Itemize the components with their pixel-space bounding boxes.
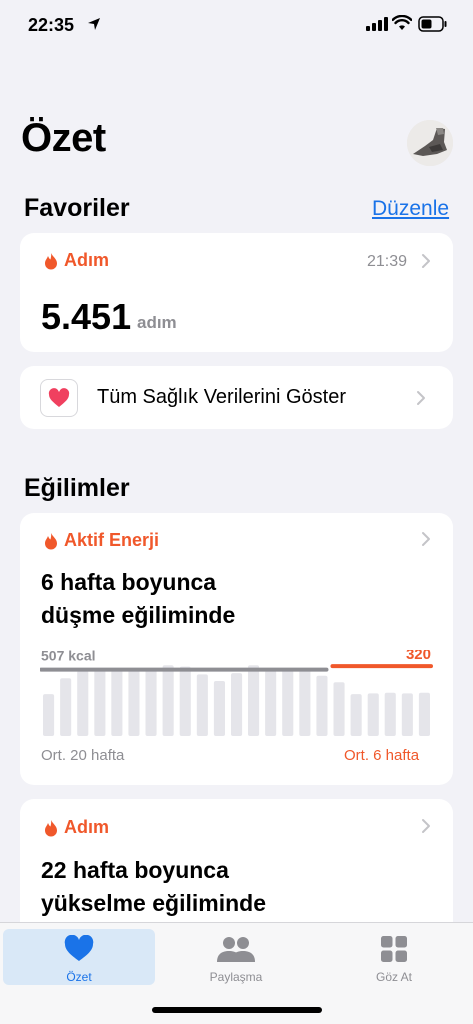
active-energy-label-text: Aktif Enerji [64,530,160,550]
chart-bar [367,693,379,736]
active-energy-label: Aktif Enerji [44,530,159,551]
cellular-signal-icon [366,17,388,31]
chart-bar [265,670,277,736]
chevron-right-icon [422,819,430,833]
favorites-section-title: Favoriler [24,194,130,222]
chart-bar [77,670,89,736]
steps-unit: adım [137,313,177,332]
chart-bar [350,694,362,736]
tab-browse[interactable]: Göz At [318,929,470,985]
trends-section-title: Eğilimler [24,474,130,502]
avg-20-weeks-caption: Ort. 20 hafta [41,747,125,764]
chart-bar [316,675,328,736]
chart-bar [162,665,174,736]
chevron-right-icon [422,254,430,268]
flame-icon [45,532,57,549]
chart-bar [418,692,430,736]
chart-bar [231,673,243,736]
chart-bar [179,666,191,736]
chart-bar [213,681,225,736]
health-app-tile [40,379,78,417]
steps-card-label-text: Adım [64,250,109,270]
status-bar: 22:35 [0,0,473,52]
flame-icon [45,819,57,836]
steps-card-label: Adım [44,250,109,271]
energy-trend-chart: 507 kcal 320 [40,650,433,736]
chart-bar [196,674,208,736]
people-icon [217,937,255,962]
home-indicator [152,1007,322,1013]
energy-trend-headline-line1: 6 hafta boyunca [41,569,217,595]
chart-bar [111,667,123,736]
chart-bar [333,682,345,736]
tab-summary-label: Özet [66,970,92,984]
page-title: Özet [21,116,106,160]
chart-bar [128,669,140,736]
avg-6-weeks-caption: Ort. 6 hafta [344,747,420,764]
steps-trend-headline-line1: 22 hafta boyunca [41,857,229,883]
tab-sharing[interactable]: Paylaşma [160,929,312,985]
chevron-right-icon [417,391,425,405]
steps-card-time: 21:39 [367,253,408,270]
heart-icon [48,388,70,407]
status-time: 22:35 [28,15,75,35]
steps-trend-label: Adım [44,817,109,838]
show-all-health-data-label: Tüm Sağlık Verilerini Göster [97,386,346,408]
edit-favorites-link[interactable]: Düzenle [372,197,449,221]
avg-20-weeks-value: 507 kcal [41,650,96,664]
wifi-icon [392,15,412,30]
flame-icon [45,252,57,269]
chart-bar [94,669,106,736]
profile-avatar[interactable] [407,120,453,166]
battery-icon [418,16,447,32]
chart-bar [145,669,157,736]
location-arrow-icon [88,18,100,30]
grid-icon [381,936,407,962]
chart-bar [384,692,396,736]
energy-trend-headline: 6 hafta boyunca düşme eğiliminde [41,566,235,632]
tab-browse-label: Göz At [375,970,413,984]
chart-bar [282,669,294,736]
active-energy-trend-card[interactable] [20,513,453,785]
energy-trend-headline-line2: düşme eğiliminde [41,602,236,628]
chart-bar [299,667,311,736]
chart-bar [43,694,55,736]
steps-trend-label-text: Adım [64,817,109,837]
avg-6-weeks-value: 320 [406,650,431,663]
chart-bar [60,678,72,736]
profile-photo [407,120,453,166]
chart-bar [401,693,413,736]
tab-sharing-label: Paylaşma [209,970,263,984]
steps-value: 5.451 [41,296,132,337]
tab-summary[interactable]: Özet [3,929,155,985]
steps-trend-headline-line2: yükselme eğiliminde [41,890,266,916]
steps-trend-headline: 22 hafta boyunca yükselme eğiliminde [41,854,266,920]
heart-icon [64,935,94,961]
chart-bar [248,665,260,736]
chevron-right-icon [422,532,430,546]
